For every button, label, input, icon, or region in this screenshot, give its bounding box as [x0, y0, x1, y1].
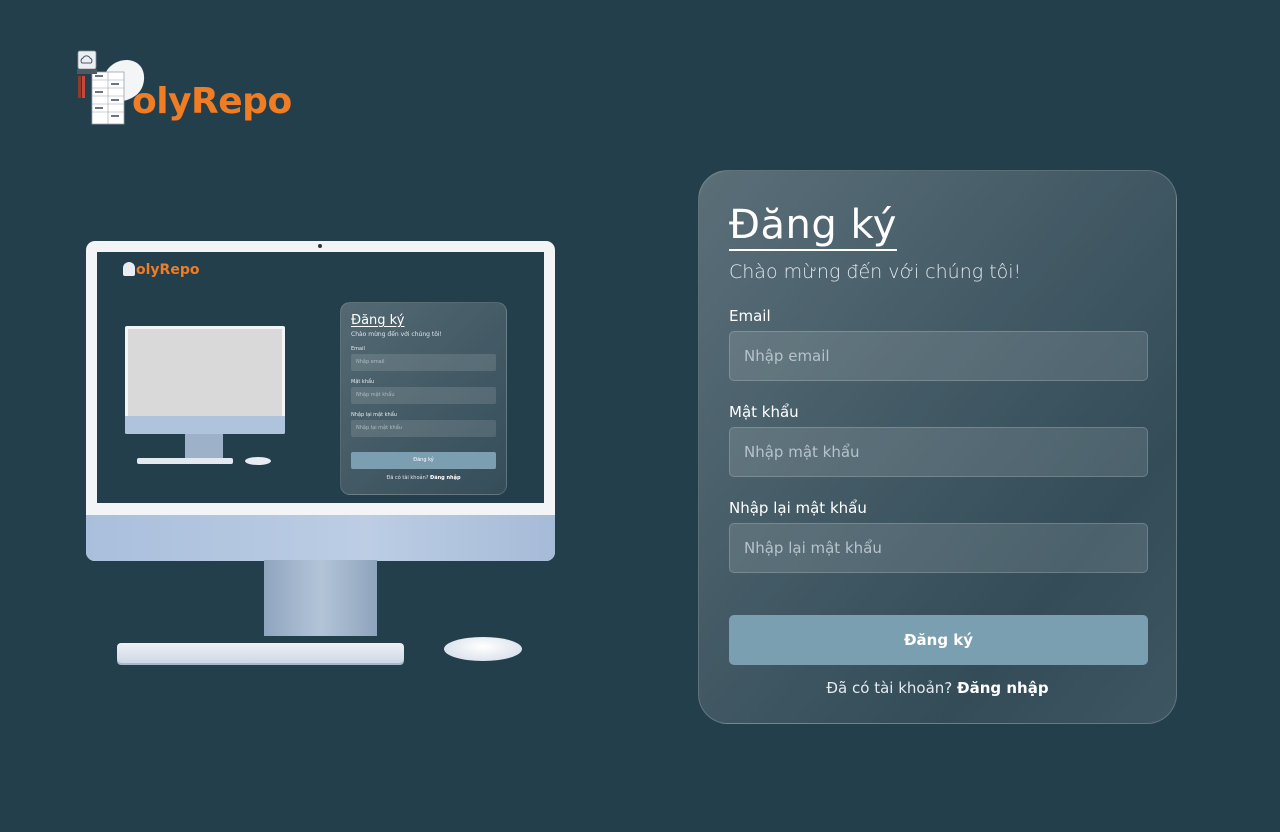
- email-group: Email: [729, 307, 1148, 381]
- password-label: Mật khẩu: [729, 403, 799, 421]
- mini-submit-button: Đăng ký: [351, 452, 496, 469]
- login-prompt-text: Đã có tài khoản?: [826, 679, 953, 697]
- brand-name: olyRepo: [132, 81, 292, 122]
- mini-email-input: Nhập email: [351, 354, 496, 371]
- mini-confirm-input: Nhập lại mật khẩu: [351, 420, 496, 437]
- camera-dot: [318, 244, 322, 248]
- mini-footer: Đã có tài khoản? Đăng nhập: [386, 475, 461, 481]
- confirm-password-group: Nhập lại mật khẩu: [729, 499, 1148, 573]
- mini-subtitle: Chào mừng đến với chúng tôi!: [351, 331, 442, 338]
- password-field[interactable]: [729, 427, 1148, 477]
- password-group: Mật khẩu: [729, 403, 1148, 477]
- page-title: Đăng ký: [729, 201, 897, 251]
- mini-password-label: Mật khẩu: [351, 379, 375, 385]
- login-link[interactable]: Đăng nhập: [957, 679, 1049, 697]
- email-field[interactable]: [729, 331, 1148, 381]
- confirm-password-label: Nhập lại mật khẩu: [729, 499, 867, 517]
- monitor-stand: [264, 560, 377, 636]
- mini-email-label: Email: [351, 346, 365, 352]
- page-subtitle: Chào mừng đến với chúng tôi!: [729, 261, 1022, 283]
- mini-logo-icon: [123, 262, 135, 276]
- keyboard-image: [117, 643, 404, 663]
- mini-register-card: Đăng ký Chào mừng đến với chúng tôi! Ema…: [340, 302, 507, 495]
- brand-logo[interactable]: olyRepo: [76, 50, 316, 130]
- email-label: Email: [729, 307, 771, 325]
- mouse-image: [444, 637, 522, 661]
- monitor-screen: olyRepo Đăng ký Chào mừng đến với chúng …: [97, 252, 544, 503]
- imac-illustration: olyRepo Đăng ký Chào mừng đến với chúng …: [80, 240, 560, 670]
- register-button[interactable]: Đăng ký: [729, 615, 1148, 665]
- mini-password-input: Nhập mật khẩu: [351, 387, 496, 404]
- confirm-password-field[interactable]: [729, 523, 1148, 573]
- mini-imac: [125, 324, 287, 469]
- register-card: Đăng ký Chào mừng đến với chúng tôi! Ema…: [698, 170, 1177, 724]
- mini-confirm-label: Nhập lại mật khẩu: [351, 412, 397, 418]
- monitor-chin: [86, 515, 555, 561]
- mini-brand-logo: olyRepo: [123, 262, 199, 278]
- mini-title: Đăng ký: [351, 313, 405, 328]
- login-prompt: Đã có tài khoản? Đăng nhập: [729, 679, 1146, 697]
